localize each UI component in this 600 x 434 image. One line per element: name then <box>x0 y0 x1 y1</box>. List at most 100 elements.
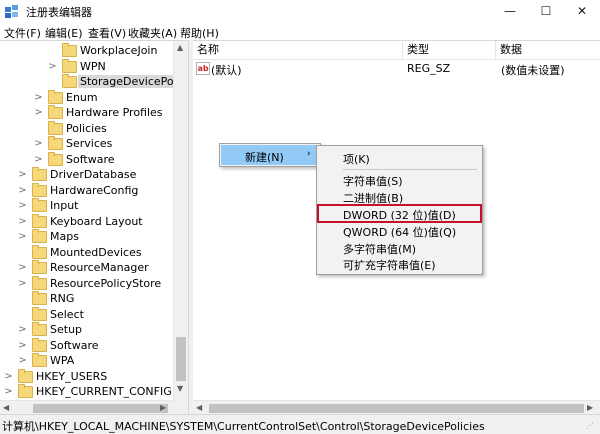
folder-icon <box>32 291 47 305</box>
tree-item-label: Policies <box>66 121 107 135</box>
close-button[interactable]: ✕ <box>564 0 600 23</box>
column-header-data[interactable]: 数据 <box>496 41 600 60</box>
chevron-right-icon[interactable]: > <box>34 92 43 103</box>
tree-scroll-thumb[interactable] <box>176 337 186 381</box>
folder-icon <box>62 58 77 73</box>
chevron-right-icon[interactable]: > <box>18 216 27 227</box>
chevron-right-icon[interactable]: > <box>18 231 27 242</box>
list-horizontal-scrollbar[interactable]: ◀ ▶ <box>193 400 600 415</box>
maximize-button[interactable]: ☐ <box>528 0 564 23</box>
tree-item-label: DriverDatabase <box>50 168 137 181</box>
menu-item-string-value[interactable]: 字符串值(S) <box>343 173 403 189</box>
chevron-right-icon: › <box>307 149 311 159</box>
tree-item-label: RNG <box>50 292 75 305</box>
tree-item-label: Software <box>50 338 99 352</box>
tree-item-label: Enum <box>66 90 98 104</box>
folder-icon <box>32 229 47 243</box>
chevron-right-icon[interactable]: > <box>4 371 13 382</box>
folder-icon <box>18 368 33 383</box>
menu-item-expandable-string-value[interactable]: 可扩充字符串值(E) <box>343 257 436 273</box>
tree-item-label: Hardware Profiles <box>66 106 163 119</box>
folder-icon <box>48 89 63 104</box>
folder-icon <box>32 322 47 336</box>
scroll-down-icon[interactable]: ▼ <box>177 384 183 393</box>
menu-file[interactable]: 文件(F) <box>4 25 41 41</box>
tree-item-label: ResourcePolicyStore <box>50 276 162 290</box>
tree-horizontal-scrollbar[interactable]: ◀ ▶ <box>0 400 173 415</box>
tree-item-label: Software <box>66 152 115 166</box>
chevron-right-icon[interactable]: > <box>18 185 27 196</box>
chevron-right-icon[interactable]: > <box>48 61 57 72</box>
tree-item-label: WorkplaceJoin <box>80 44 158 57</box>
scroll-left-icon[interactable]: ◀ <box>196 403 202 412</box>
menu-item-dword-value[interactable]: DWORD (32 位)值(D) <box>343 207 456 223</box>
scroll-corner <box>173 400 188 415</box>
menu-bar: 文件(F) 编辑(E) 查看(V) 收藏夹(A) 帮助(H) <box>0 23 600 40</box>
folder-icon <box>32 260 47 274</box>
status-bar: 计算机\HKEY_LOCAL_MACHINE\SYSTEM\CurrentCon… <box>0 414 600 434</box>
value-data: (数值未设置) <box>501 64 565 77</box>
chevron-right-icon[interactable]: > <box>18 355 27 366</box>
folder-icon <box>32 275 47 290</box>
minimize-button[interactable]: — <box>492 0 528 23</box>
folder-icon <box>62 74 77 88</box>
tree-item-label: Setup <box>50 323 83 336</box>
chevron-right-icon[interactable]: > <box>34 138 43 149</box>
menu-item-new[interactable]: 新建(N) › <box>221 145 319 165</box>
tree-item-label: Maps <box>50 230 79 243</box>
window-title: 注册表编辑器 <box>26 6 92 19</box>
menu-view[interactable]: 查看(V) <box>88 25 126 41</box>
new-submenu: 项(K) 字符串值(S) 二进制值(B) DWORD (32 位)值(D) QW… <box>316 145 483 275</box>
column-header-type[interactable]: 类型 <box>403 41 496 60</box>
scroll-right-icon[interactable]: ▶ <box>160 403 166 412</box>
registry-path: 计算机\HKEY_LOCAL_MACHINE\SYSTEM\CurrentCon… <box>2 420 485 433</box>
registry-tree-pane[interactable]: WorkplaceJoin > WPN StorageDevicePolicies > E… <box>0 40 188 415</box>
chevron-right-icon[interactable]: > <box>18 262 27 273</box>
resize-grip-icon[interactable]: ⋰ <box>586 421 596 431</box>
list-hscroll-thumb[interactable] <box>209 404 584 413</box>
folder-icon <box>48 151 63 166</box>
tree-item-label: HardwareConfig <box>50 183 139 197</box>
chevron-right-icon[interactable]: > <box>18 278 27 289</box>
scroll-right-icon[interactable]: ▶ <box>587 403 593 412</box>
menu-help[interactable]: 帮助(H) <box>180 25 219 41</box>
tree-item-label: HKEY_CURRENT_CONFIG <box>36 385 172 398</box>
chevron-right-icon[interactable]: > <box>18 340 27 351</box>
tree-vertical-scrollbar[interactable]: ▲ ▼ <box>173 41 188 400</box>
menu-item-qword-value[interactable]: QWORD (64 位)值(Q) <box>343 224 456 240</box>
chevron-right-icon[interactable]: > <box>18 169 27 180</box>
registry-editor-icon <box>5 5 18 18</box>
folder-icon <box>32 337 47 352</box>
tree-item-label: StorageDevicePolicies <box>78 75 188 88</box>
table-row[interactable]: ab (默认) REG_SZ (数值未设置) <box>193 60 600 77</box>
chevron-right-icon[interactable]: > <box>4 386 13 397</box>
folder-icon <box>48 105 63 119</box>
menu-edit[interactable]: 编辑(E) <box>45 25 83 41</box>
value-name: (默认) <box>211 64 242 77</box>
scroll-up-icon[interactable]: ▲ <box>177 43 183 52</box>
tree-item-label: WPA <box>50 354 75 367</box>
chevron-right-icon[interactable]: > <box>18 324 27 335</box>
menu-item-multi-string-value[interactable]: 多字符串值(M) <box>343 241 416 257</box>
folder-icon <box>62 43 77 57</box>
value-type: REG_SZ <box>407 62 451 75</box>
context-menu: 新建(N) › <box>219 143 321 167</box>
title-bar: 注册表编辑器 — ☐ ✕ <box>0 0 600 23</box>
folder-icon <box>32 167 47 181</box>
column-header-name[interactable]: 名称 <box>193 41 403 60</box>
chevron-right-icon[interactable]: > <box>34 154 43 165</box>
chevron-right-icon[interactable]: > <box>18 200 27 211</box>
folder-icon <box>48 136 63 150</box>
menu-favorites[interactable]: 收藏夹(A) <box>128 25 177 41</box>
folder-icon <box>32 353 47 367</box>
folder-icon <box>32 182 47 197</box>
folder-icon <box>48 120 63 135</box>
folder-icon <box>32 306 47 321</box>
chevron-right-icon[interactable]: > <box>34 107 43 118</box>
scroll-left-icon[interactable]: ◀ <box>3 403 9 412</box>
tree-item-label: ResourceManager <box>50 261 149 274</box>
folder-icon <box>32 198 47 212</box>
tree-item-label: HKEY_USERS <box>36 369 108 383</box>
tree-hscroll-thumb[interactable] <box>33 404 168 413</box>
menu-item-key[interactable]: 项(K) <box>343 151 370 167</box>
